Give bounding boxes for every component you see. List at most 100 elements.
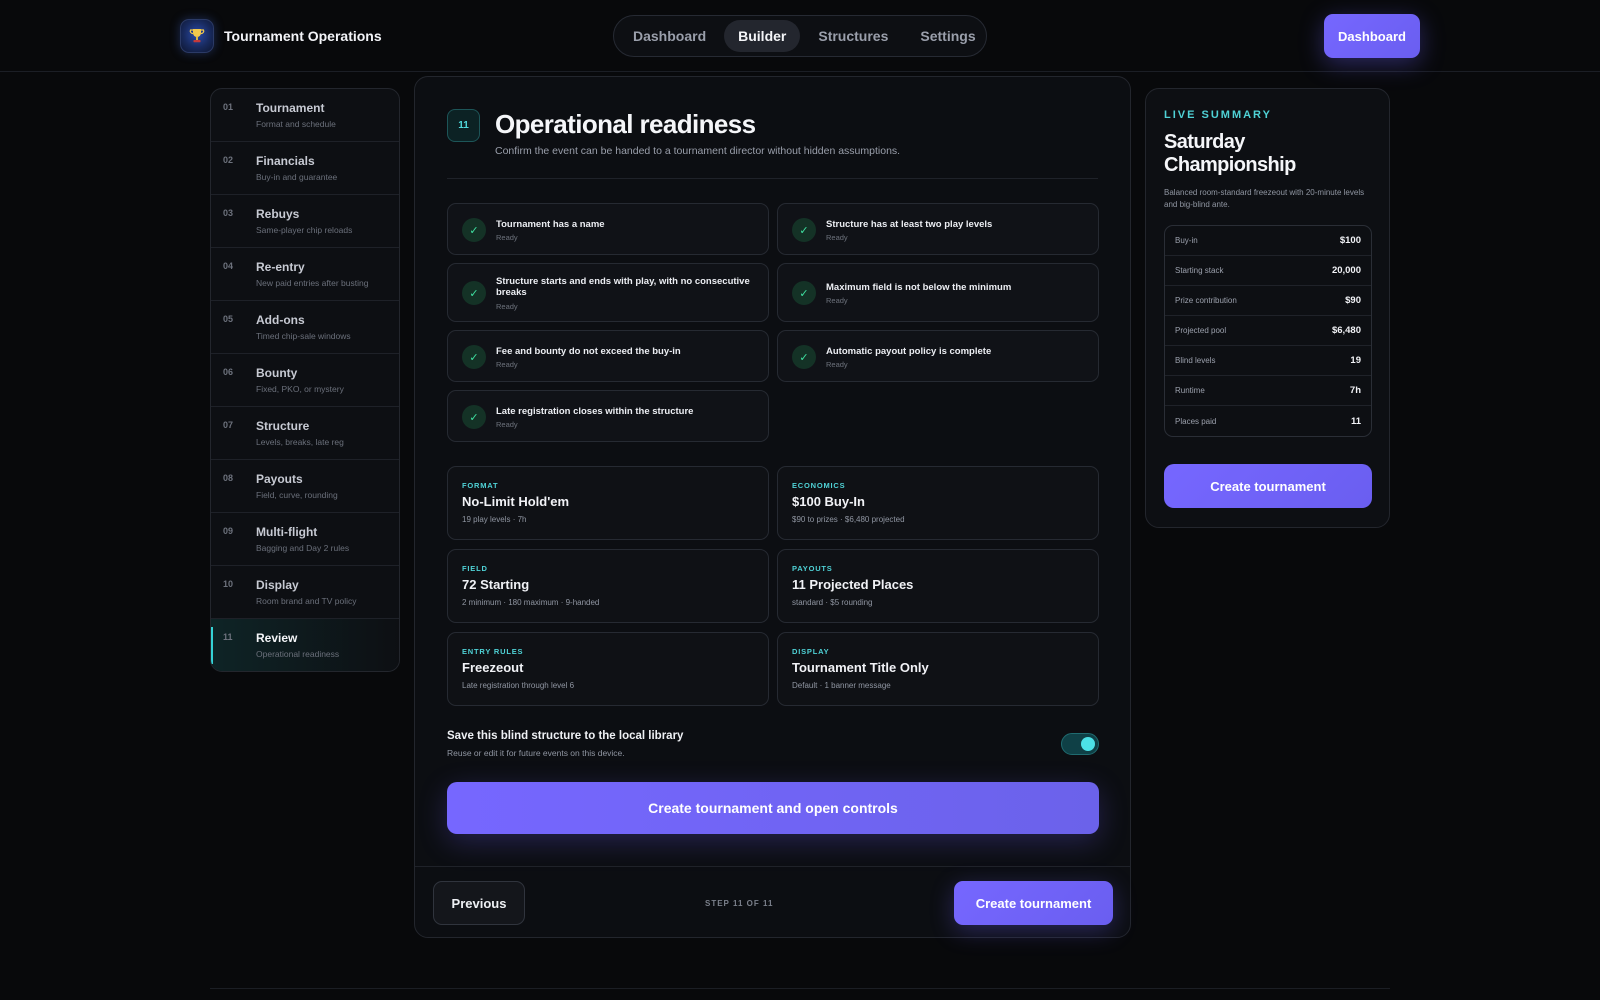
tab-structures[interactable]: Structures — [804, 20, 902, 52]
sidebar-step-rebuys[interactable]: 03 Rebuys Same-player chip reloads — [211, 195, 399, 248]
step-title: Re-entry — [256, 260, 305, 274]
sidebar-step-multi-flight[interactable]: 09 Multi-flight Bagging and Day 2 rules — [211, 513, 399, 566]
save-structure-toggle[interactable] — [1061, 733, 1099, 755]
create-tournament-button[interactable]: Create tournament — [954, 881, 1113, 925]
entry-rules-card: ENTRY RULES Freezeout Late registration … — [447, 632, 769, 706]
sidebar-step-review[interactable]: 11 Review Operational readiness — [211, 619, 399, 671]
step-title: Bounty — [256, 366, 298, 380]
summary-title: Saturday Championship — [1164, 131, 1296, 176]
check-icon: ✓ — [462, 281, 486, 305]
summary-key: Projected pool — [1175, 326, 1227, 335]
step-title: Payouts — [256, 472, 303, 486]
readiness-check-item: ✓ Automatic payout policy is complete Re… — [777, 330, 1099, 382]
summary-row: Starting stack 20,000 — [1165, 256, 1371, 286]
sidebar-step-financials[interactable]: 02 Financials Buy-in and guarantee — [211, 142, 399, 195]
dashboard-button[interactable]: Dashboard — [1324, 14, 1420, 58]
step-number: 07 — [223, 420, 234, 430]
summary-kicker: LIVE SUMMARY — [1164, 109, 1272, 121]
step-title: Tournament — [256, 101, 325, 115]
card-value: $100 Buy-In — [792, 494, 865, 509]
step-title: Display — [256, 578, 299, 592]
summary-create-tournament-button[interactable]: Create tournament — [1164, 464, 1372, 508]
previous-button[interactable]: Previous — [433, 881, 525, 925]
readiness-check-item: ✓ Tournament has a name Ready — [447, 203, 769, 255]
check-label: Tournament has a name — [496, 219, 605, 230]
card-value: 11 Projected Places — [792, 577, 914, 592]
card-label: PAYOUTS — [792, 564, 833, 573]
summary-value: $6,480 — [1331, 325, 1361, 336]
summary-value: $100 — [1339, 235, 1361, 246]
economics-card: ECONOMICS $100 Buy-In $90 to prizes · $6… — [777, 466, 1099, 540]
summary-key: Places paid — [1175, 416, 1217, 426]
summary-value: 19 — [1350, 355, 1361, 366]
card-detail: Late registration through level 6 — [462, 681, 575, 690]
check-label: Structure starts and ends with play, wit… — [496, 276, 750, 298]
brand[interactable]: Tournament Operations — [180, 19, 382, 53]
step-number: 02 — [223, 155, 234, 165]
sidebar-step-structure[interactable]: 07 Structure Levels, breaks, late reg — [211, 407, 399, 460]
step-subtitle: Format and schedule — [256, 119, 336, 129]
card-detail: standard · $5 rounding — [792, 598, 873, 607]
summary-value: 11 — [1350, 415, 1361, 427]
summary-key: Buy-in — [1175, 236, 1198, 245]
step-subtitle: Levels, breaks, late reg — [256, 437, 344, 447]
sidebar-step-bounty[interactable]: 06 Bounty Fixed, PKO, or mystery — [211, 354, 399, 407]
card-detail: 19 play levels · 7h — [462, 515, 527, 524]
step-number: 08 — [223, 473, 234, 483]
tab-dashboard[interactable]: Dashboard — [619, 20, 720, 52]
check-status: Ready — [826, 233, 848, 242]
step-number: 09 — [223, 526, 234, 536]
step-badge: 11 — [447, 109, 480, 142]
sidebar-step-display[interactable]: 10 Display Room brand and TV policy — [211, 566, 399, 619]
card-value: Freezeout — [462, 660, 524, 675]
check-status: Ready — [496, 420, 518, 429]
card-label: ENTRY RULES — [462, 647, 524, 656]
summary-row: Prize contribution $90 — [1165, 286, 1371, 316]
check-icon: ✓ — [462, 218, 486, 242]
check-label: Fee and bounty do not exceed the buy-in — [496, 346, 681, 357]
step-subtitle: Field, curve, rounding — [256, 490, 338, 500]
summary-row: Projected pool $6,480 — [1165, 316, 1371, 346]
card-value: 72 Starting — [462, 577, 530, 592]
check-icon: ✓ — [462, 405, 486, 429]
summary-key: Runtime — [1175, 386, 1205, 395]
readiness-check-item: ✓ Structure starts and ends with play, w… — [447, 263, 769, 322]
sidebar-step-add-ons[interactable]: 05 Add-ons Timed chip-sale windows — [211, 301, 399, 354]
step-indicator: STEP 11 OF 11 — [705, 899, 774, 908]
summary-row: Runtime 7h — [1165, 376, 1371, 406]
summary-row: Buy-in $100 — [1165, 226, 1371, 256]
brand-title: Tournament Operations — [224, 28, 382, 44]
sidebar-step-payouts[interactable]: 08 Payouts Field, curve, rounding — [211, 460, 399, 513]
step-title: Add-ons — [256, 313, 305, 327]
check-label: Late registration closes within the stru… — [496, 406, 694, 417]
sidebar-step-tournament[interactable]: 01 Tournament Format and schedule — [211, 89, 399, 142]
sidebar-step-re-entry[interactable]: 04 Re-entry New paid entries after busti… — [211, 248, 399, 301]
step-subtitle: Operational readiness — [256, 649, 340, 659]
summary-key: Prize contribution — [1175, 296, 1237, 305]
step-number: 03 — [223, 208, 234, 218]
create-and-open-controls-button[interactable]: Create tournament and open controls — [447, 782, 1099, 834]
check-status: Ready — [496, 360, 518, 369]
summary-row: Blind levels 19 — [1165, 346, 1371, 376]
summary-row: Places paid 11 — [1165, 406, 1371, 436]
card-detail: Default · 1 banner message — [792, 681, 891, 690]
check-status: Ready — [826, 296, 848, 305]
step-number: 01 — [223, 102, 234, 112]
payouts-card: PAYOUTS 11 Projected Places standard · $… — [777, 549, 1099, 623]
field-card: FIELD 72 Starting 2 minimum · 180 maximu… — [447, 549, 769, 623]
step-subtitle: Buy-in and guarantee — [256, 172, 338, 182]
tab-settings[interactable]: Settings — [906, 20, 989, 52]
card-label: DISPLAY — [792, 647, 830, 656]
step-title: Structure — [256, 419, 310, 433]
top-bar: Tournament Operations Dashboard Builder … — [0, 0, 1600, 72]
footer-divider — [415, 866, 1130, 867]
tab-builder[interactable]: Builder — [724, 20, 801, 52]
card-value: Tournament Title Only — [792, 660, 929, 675]
step-number: 06 — [223, 367, 234, 377]
step-subtitle: New paid entries after busting — [256, 278, 369, 288]
step-subtitle: Fixed, PKO, or mystery — [256, 384, 344, 394]
review-panel: 11 Operational readiness Confirm the eve… — [414, 76, 1131, 938]
format-card: FORMAT No-Limit Hold'em 19 play levels ·… — [447, 466, 769, 540]
step-title: Financials — [256, 154, 315, 168]
display-card: DISPLAY Tournament Title Only Default · … — [777, 632, 1099, 706]
